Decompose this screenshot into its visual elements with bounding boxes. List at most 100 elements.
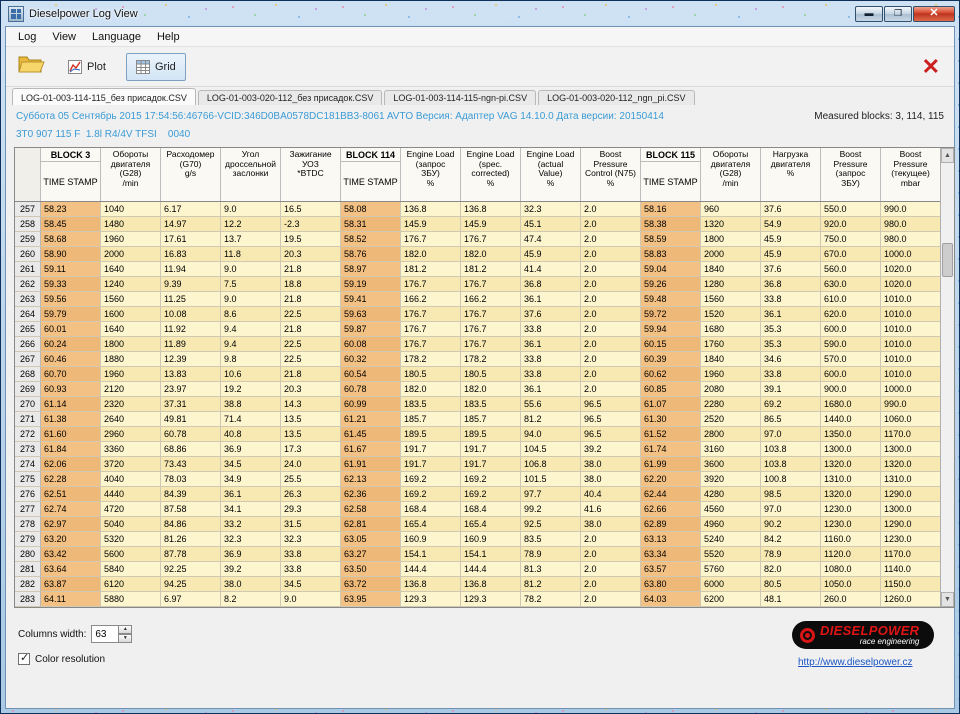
- grid-cell[interactable]: 21.8: [281, 367, 341, 382]
- grid-cell[interactable]: 20.3: [281, 247, 341, 262]
- tab-3[interactable]: LOG-01-003-114-115-ngn-pi.CSV: [384, 90, 537, 105]
- grid-cell[interactable]: 11.92: [161, 322, 221, 337]
- grid-cell[interactable]: 160.9: [461, 532, 521, 547]
- grid-cell[interactable]: 630.0: [821, 277, 881, 292]
- grid-cell[interactable]: 166.2: [401, 292, 461, 307]
- table-row[interactable]: 272 61.60 2960 60.78 40.8 13.5 61.45 189.5 189.5…: [15, 427, 940, 442]
- grid-cell[interactable]: 1300.0: [881, 442, 940, 457]
- grid-cell[interactable]: 45.1: [521, 217, 581, 232]
- grid-cell[interactable]: 670.0: [821, 247, 881, 262]
- grid-cell[interactable]: 60.46: [41, 352, 101, 367]
- grid-cell[interactable]: 9.0: [221, 202, 281, 217]
- grid-cell[interactable]: 25.5: [281, 472, 341, 487]
- grid-cell[interactable]: 59.48: [641, 292, 701, 307]
- grid-cell[interactable]: 1020.0: [881, 277, 940, 292]
- grid-cell[interactable]: 87.58: [161, 502, 221, 517]
- grid-cell[interactable]: 5760: [701, 562, 761, 577]
- vertical-scrollbar[interactable]: ▲ ▼: [940, 148, 954, 607]
- grid-cell[interactable]: 21.8: [281, 262, 341, 277]
- grid-cell[interactable]: 62.58: [341, 502, 401, 517]
- menu-log[interactable]: Log: [10, 29, 44, 45]
- grid-cell[interactable]: 2.0: [581, 277, 641, 292]
- column-header-3[interactable]: Расходомер (G70) g/s: [161, 148, 221, 201]
- grid-cell[interactable]: 189.5: [401, 427, 461, 442]
- grid-cell[interactable]: 71.4: [221, 412, 281, 427]
- grid-cell[interactable]: 1320.0: [881, 457, 940, 472]
- grid-cell[interactable]: 1050.0: [821, 577, 881, 592]
- grid-cell[interactable]: 136.8: [401, 577, 461, 592]
- grid-cell[interactable]: 2.0: [581, 322, 641, 337]
- grid-cell[interactable]: 16.83: [161, 247, 221, 262]
- grid-cell[interactable]: 83.5: [521, 532, 581, 547]
- grid-cell[interactable]: 97.0: [761, 502, 821, 517]
- grid-cell[interactable]: 34.5: [281, 577, 341, 592]
- grid-cell[interactable]: 144.4: [401, 562, 461, 577]
- grid-cell[interactable]: 103.8: [761, 457, 821, 472]
- grid-cell[interactable]: 73.43: [161, 457, 221, 472]
- grid-cell[interactable]: 4440: [101, 487, 161, 502]
- grid-cell[interactable]: 1010.0: [881, 337, 940, 352]
- grid-cell[interactable]: 13.7: [221, 232, 281, 247]
- grid-cell[interactable]: 1310.0: [881, 472, 940, 487]
- grid-cell[interactable]: 61.14: [41, 397, 101, 412]
- grid-cell[interactable]: 61.60: [41, 427, 101, 442]
- grid-cell[interactable]: 36.9: [221, 547, 281, 562]
- column-header-7[interactable]: Engine Load (запрос ЗБУ) %: [401, 148, 461, 201]
- grid-cell[interactable]: 1680: [701, 322, 761, 337]
- grid-cell[interactable]: 180.5: [401, 367, 461, 382]
- grid-cell[interactable]: 900.0: [821, 382, 881, 397]
- grid-cell[interactable]: 960: [701, 202, 761, 217]
- grid-cell[interactable]: 60.08: [341, 337, 401, 352]
- grid-cell[interactable]: 36.1: [521, 292, 581, 307]
- table-row[interactable]: 278 62.97 5040 84.86 33.2 31.5 62.81 165.4 165.4…: [15, 517, 940, 532]
- grid-cell[interactable]: 9.4: [221, 322, 281, 337]
- grid-cell[interactable]: 1680.0: [821, 397, 881, 412]
- grid-cell[interactable]: 103.8: [761, 442, 821, 457]
- grid-cell[interactable]: 61.67: [341, 442, 401, 457]
- table-row[interactable]: 277 62.74 4720 87.58 34.1 29.3 62.58 168.4 168.4…: [15, 502, 940, 517]
- grid-cell[interactable]: 2800: [701, 427, 761, 442]
- grid-cell[interactable]: 58.31: [341, 217, 401, 232]
- column-header-14[interactable]: Boost Pressure (запрос ЗБУ): [821, 148, 881, 201]
- grid-cell[interactable]: 58.90: [41, 247, 101, 262]
- grid-cell[interactable]: 59.72: [641, 307, 701, 322]
- grid-cell[interactable]: 185.7: [401, 412, 461, 427]
- grid-cell[interactable]: 96.5: [581, 412, 641, 427]
- grid-cell[interactable]: 69.2: [761, 397, 821, 412]
- grid-cell[interactable]: 2960: [101, 427, 161, 442]
- grid-cell[interactable]: 60.32: [341, 352, 401, 367]
- table-row[interactable]: 283 64.11 5880 6.97 8.2 9.0 63.95 129.3 129.3 78.…: [15, 592, 940, 607]
- grid-cell[interactable]: 36.9: [221, 442, 281, 457]
- grid-cell[interactable]: 2.0: [581, 547, 641, 562]
- grid-cell[interactable]: 59.33: [41, 277, 101, 292]
- table-row[interactable]: 268 60.70 1960 13.83 10.6 21.8 60.54 180.5 180.5…: [15, 367, 940, 382]
- grid-cell[interactable]: 62.74: [41, 502, 101, 517]
- grid-cell[interactable]: 1150.0: [881, 577, 940, 592]
- grid-cell[interactable]: 33.8: [761, 367, 821, 382]
- grid-cell[interactable]: 36.8: [761, 277, 821, 292]
- grid-cell[interactable]: 1290.0: [881, 517, 940, 532]
- plot-button[interactable]: Plot: [58, 53, 116, 81]
- grid-cell[interactable]: 2.0: [581, 562, 641, 577]
- grid-cell[interactable]: 11.8: [221, 247, 281, 262]
- grid-cell[interactable]: 18.8: [281, 277, 341, 292]
- title-bar[interactable]: Dieselpower Log View ▬ ❐ ✕: [1, 1, 959, 26]
- grid-cell[interactable]: 92.5: [521, 517, 581, 532]
- grid-cell[interactable]: 145.9: [401, 217, 461, 232]
- grid-cell[interactable]: 2280: [701, 397, 761, 412]
- grid-cell[interactable]: 136.8: [461, 202, 521, 217]
- grid-cell[interactable]: 1240: [101, 277, 161, 292]
- grid-cell[interactable]: 9.39: [161, 277, 221, 292]
- grid-cell[interactable]: 600.0: [821, 322, 881, 337]
- grid-cell[interactable]: 260.0: [821, 592, 881, 607]
- grid-cell[interactable]: 55.6: [521, 397, 581, 412]
- grid-cell[interactable]: 61.21: [341, 412, 401, 427]
- grid-cell[interactable]: 2.0: [581, 262, 641, 277]
- grid-cell[interactable]: 144.4: [461, 562, 521, 577]
- grid-cell[interactable]: 39.2: [221, 562, 281, 577]
- grid-cell[interactable]: 62.20: [641, 472, 701, 487]
- column-header-1[interactable]: BLOCK 3 TIME STAMP: [41, 148, 101, 201]
- grid-cell[interactable]: 63.27: [341, 547, 401, 562]
- grid-cell[interactable]: 36.1: [521, 337, 581, 352]
- grid-cell[interactable]: 169.2: [461, 487, 521, 502]
